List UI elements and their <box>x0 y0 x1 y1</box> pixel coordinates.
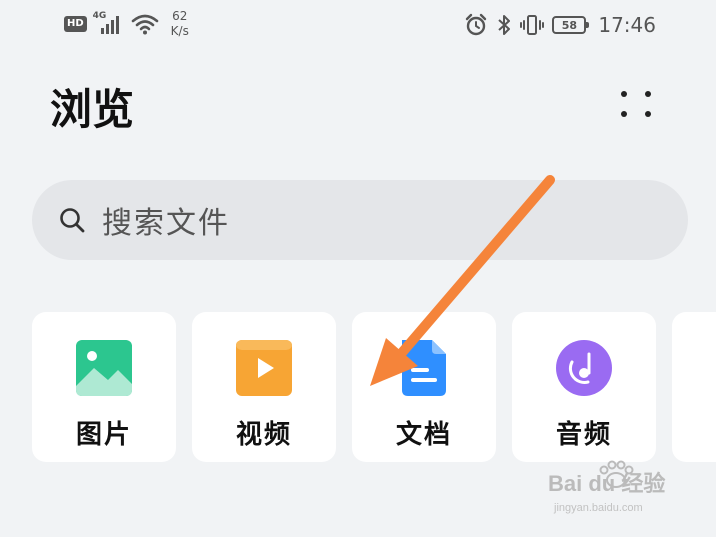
signal-icon <box>100 16 119 34</box>
page-title: 浏览 <box>50 85 135 134</box>
status-right: 58 17:46 <box>464 10 656 40</box>
vibrate-icon <box>520 15 545 35</box>
category-videos[interactable]: 视频 <box>192 312 336 462</box>
category-label: 图片 <box>75 420 132 450</box>
category-row: 图片 视频 文档 音频 <box>32 312 716 462</box>
watermark: Bai du 经验 jingyan.baidu.com <box>548 460 688 522</box>
image-icon <box>76 340 132 396</box>
bluetooth-icon <box>498 15 511 35</box>
status-bar: HD 4G 62 K/s 58 17:46 <box>0 0 716 50</box>
video-icon <box>236 340 292 396</box>
hd-badge: HD <box>64 16 87 32</box>
battery-icon: 58 <box>552 16 590 34</box>
cellular-signal: 4G <box>93 10 125 38</box>
category-images[interactable]: 图片 <box>32 312 176 462</box>
watermark-text: Bai du 经验 <box>548 471 666 496</box>
search-icon <box>60 208 85 233</box>
category-audio[interactable]: 音频 <box>512 312 656 462</box>
status-left: HD 4G 62 K/s <box>64 8 189 40</box>
network-speed: 62 K/s <box>171 9 189 39</box>
category-label: 文档 <box>395 420 452 450</box>
watermark-url: jingyan.baidu.com <box>554 502 643 514</box>
wifi-icon <box>131 14 158 35</box>
category-documents[interactable]: 文档 <box>352 312 496 462</box>
clock: 17:46 <box>598 13 656 37</box>
document-icon <box>402 340 446 396</box>
alarm-icon <box>466 13 487 36</box>
audio-icon <box>556 340 612 396</box>
category-label: 视频 <box>235 420 292 450</box>
more-dots-icon[interactable] <box>614 86 658 122</box>
search-input[interactable]: 搜索文件 <box>102 198 230 242</box>
category-more[interactable] <box>672 312 716 462</box>
speed-unit: K/s <box>170 24 189 38</box>
battery-level: 58 <box>561 18 578 32</box>
speed-value: 62 <box>172 9 188 23</box>
category-label: 音频 <box>555 420 612 450</box>
search-bar[interactable]: 搜索文件 <box>32 180 688 260</box>
